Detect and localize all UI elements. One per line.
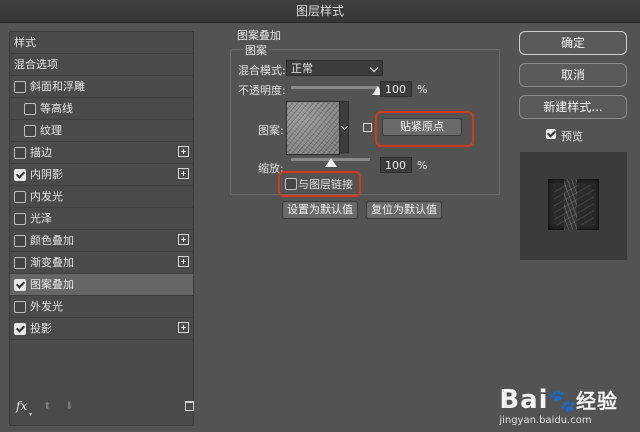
opacity-input[interactable]: 100 [380,81,412,97]
styles-footer: fx ▾ ⬆ ⬇ [10,395,194,425]
sidebar-item-label: 内阴影 [30,168,63,181]
opacity-slider-track[interactable] [291,86,378,89]
sidebar-item-checkbox[interactable] [14,235,26,247]
add-effect-icon[interactable] [178,146,189,157]
highlight-box [375,111,474,147]
sidebar-item-checkbox[interactable] [14,279,26,291]
sidebar-item[interactable]: 内阴影 [10,164,193,186]
sidebar-item[interactable]: 光泽 [10,208,193,230]
sidebar-item-label: 内发光 [30,190,63,203]
sidebar-item-label: 纹理 [40,124,62,137]
pattern-label: 图案: [258,124,284,137]
sidebar-item[interactable]: 内发光 [10,186,193,208]
preview-thumbnail [548,179,599,230]
watermark: Bai🐾经验 jingyan.baidu.com [499,385,618,426]
scale-input[interactable]: 100 [380,157,412,173]
preview-checkbox[interactable] [546,128,557,139]
scale-value: 100 [385,159,406,172]
pattern-swatch[interactable] [286,101,340,155]
highlight-box [278,171,361,197]
fx-button[interactable]: fx [16,399,27,413]
watermark-brand: Bai [499,385,549,415]
sidebar-item-label: 投影 [30,322,52,335]
sidebar-item-checkbox[interactable] [14,191,26,203]
new-preset-icon[interactable] [363,123,372,132]
trash-icon[interactable] [185,401,194,411]
chevron-down-icon [369,63,379,73]
group-title: 图案 [243,42,269,58]
set-as-default-button[interactable]: 设置为默认值 [282,201,358,219]
scale-unit: % [417,159,428,172]
sidebar-item[interactable]: 投影 [10,318,193,340]
sidebar-item-checkbox[interactable] [14,169,26,181]
chevron-down-icon [340,122,349,131]
opacity-label: 不透明度: [238,84,286,97]
blend-mode-label: 混合模式: [238,64,286,77]
opacity-value: 100 [385,83,406,96]
sidebar-item[interactable]: 等高线 [10,98,193,120]
sidebar-item-label: 斜面和浮雕 [30,80,85,93]
sidebar-item[interactable]: 纹理 [10,120,193,142]
sidebar-item-checkbox[interactable] [24,125,36,137]
sidebar-item-label: 混合选项 [14,58,58,71]
styles-header-label: 样式 [14,36,36,49]
sidebar-item[interactable]: 图案叠加 [10,274,193,296]
sidebar-item-checkbox[interactable] [14,301,26,313]
preview-label: 预览 [561,130,583,143]
sidebar-item[interactable]: 描边 [10,142,193,164]
styles-header[interactable]: 样式 [10,32,193,54]
dialog-title: 图层样式 [0,0,640,23]
sidebar-item-label: 描边 [30,146,52,159]
sidebar-item-checkbox[interactable] [14,213,26,225]
sidebar-item-checkbox[interactable] [14,323,26,335]
style-preview [520,152,627,260]
sidebar-item[interactable]: 斜面和浮雕 [10,76,193,98]
sidebar-item-checkbox[interactable] [14,81,26,93]
ok-button[interactable]: 确定 [519,31,627,55]
blend-mode-select[interactable]: 正常 [286,60,383,76]
sidebar-item[interactable]: 混合选项 [10,54,193,76]
cancel-button[interactable]: 取消 [519,63,627,87]
chevron-down-icon: ▾ [29,411,33,418]
sidebar-item[interactable]: 颜色叠加 [10,230,193,252]
sidebar-item-checkbox[interactable] [14,257,26,269]
sidebar-item-label: 外发光 [30,300,63,313]
reset-to-default-button[interactable]: 复位为默认值 [366,201,442,219]
section-title: 图案叠加 [235,27,283,43]
pattern-picker-dropdown[interactable] [339,101,349,153]
paw-icon: 🐾 [548,389,576,414]
blend-mode-value: 正常 [291,62,313,75]
scale-slider-thumb[interactable] [325,158,337,167]
sidebar-item-label: 光泽 [30,212,52,225]
add-effect-icon[interactable] [178,256,189,267]
watermark-brand-suffix: 经验 [576,389,618,413]
move-down-icon[interactable]: ⬇ [65,401,73,412]
sidebar-item[interactable]: 外发光 [10,296,193,318]
sidebar-item-label: 等高线 [40,102,73,115]
add-effect-icon[interactable] [178,322,189,333]
move-up-icon[interactable]: ⬆ [43,401,51,412]
sidebar-item-label: 渐变叠加 [30,256,74,269]
add-effect-icon[interactable] [178,234,189,245]
watermark-url: jingyan.baidu.com [499,415,592,426]
add-effect-icon[interactable] [178,168,189,179]
styles-list: 样式 混合选项斜面和浮雕等高线纹理描边内阴影内发光光泽颜色叠加渐变叠加图案叠加外… [9,31,194,426]
sidebar-item-label: 图案叠加 [30,278,74,291]
opacity-unit: % [417,83,428,96]
sidebar-item-checkbox[interactable] [24,103,36,115]
sidebar-item-checkbox[interactable] [14,147,26,159]
sidebar-item[interactable]: 渐变叠加 [10,252,193,274]
check-icon [546,128,557,138]
sidebar-item-label: 颜色叠加 [30,234,74,247]
new-style-button[interactable]: 新建样式... [519,95,627,119]
